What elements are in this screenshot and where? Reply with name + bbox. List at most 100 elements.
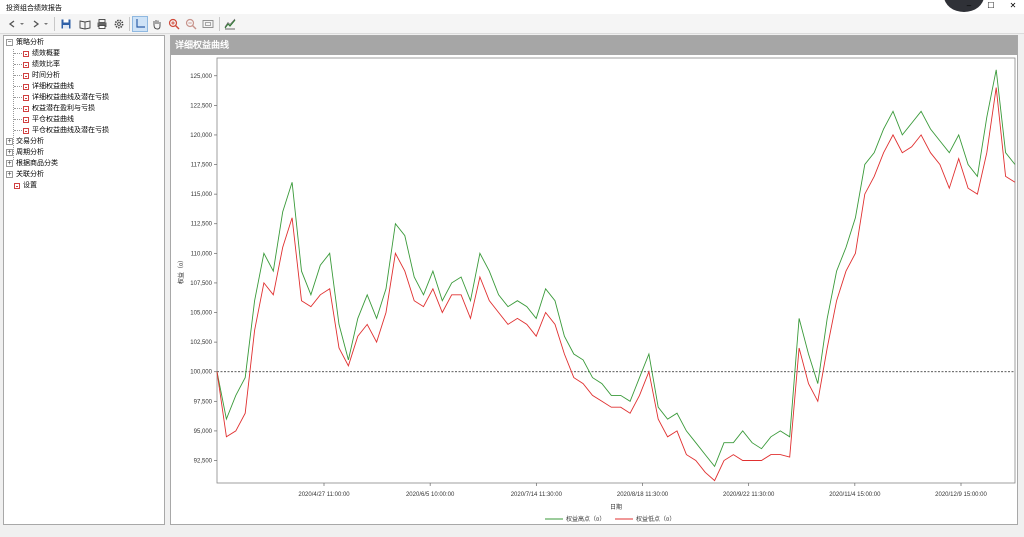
tree-node-label: 策略分析 xyxy=(16,39,44,46)
toolbar-divider xyxy=(219,17,220,31)
back-dropdown[interactable] xyxy=(18,16,26,32)
settings-report-icon xyxy=(14,182,20,189)
x-tick-label: 2020/12/9 15:00:00 xyxy=(935,492,987,498)
tree-node-label: 关联分析 xyxy=(16,171,44,178)
tree-item-label: 平仓权益曲线 xyxy=(32,116,74,123)
close-button[interactable]: ✕ xyxy=(1002,0,1024,14)
forward-dropdown[interactable] xyxy=(42,16,50,32)
chart-axes xyxy=(214,57,1016,486)
y-tick-label: 110,000 xyxy=(191,251,213,257)
tree-item-label: 权益潜在盈利与亏损 xyxy=(32,105,95,112)
expand-icon[interactable]: + xyxy=(6,160,13,167)
y-tick-label: 92,500 xyxy=(194,459,213,465)
tree-node-by-instrument[interactable]: + 根据商品分类 xyxy=(6,158,58,169)
tree-item-performance-summary[interactable]: 绩效概要 xyxy=(14,48,60,59)
crosshair-tool-button[interactable] xyxy=(132,16,148,32)
tree-node-trade-analysis[interactable]: + 交易分析 xyxy=(6,136,44,147)
x-tick-label: 2020/11/4 15:00:00 xyxy=(829,492,881,498)
print-icon xyxy=(97,19,107,29)
chart-legend: 权益高点（¤） 权益低点（¤） xyxy=(545,515,675,523)
tree-node-label: 交易分析 xyxy=(16,138,44,145)
tree-item-performance-ratios[interactable]: 绩效比率 xyxy=(14,59,60,70)
expand-icon[interactable]: + xyxy=(6,149,13,156)
y-tick-label: 97,500 xyxy=(194,399,213,405)
book-button[interactable] xyxy=(77,16,93,32)
fit-view-button[interactable] xyxy=(200,16,216,32)
report-icon xyxy=(23,105,29,112)
tree-item-label: 绩效比率 xyxy=(32,61,60,68)
tree-connector xyxy=(14,53,22,54)
zoom-in-icon xyxy=(168,18,180,30)
tree-item-settings[interactable]: 设置 xyxy=(14,180,37,191)
tree-item-label: 设置 xyxy=(23,182,37,189)
panel-title: 详细权益曲线 xyxy=(171,36,1017,55)
window-title: 投资组合绩效报告 xyxy=(6,5,62,12)
settings-button[interactable] xyxy=(111,16,127,32)
tree-item-equity-potential[interactable]: 权益潜在盈利与亏损 xyxy=(14,103,95,114)
pan-tool-button[interactable] xyxy=(149,16,165,32)
tree-connector xyxy=(14,130,22,131)
navigation-tree: − 策略分析 绩效概要 绩效比率 时间分析 详细权益曲线 详细权益曲线及潜在亏损… xyxy=(3,35,165,525)
tree-node-period-analysis[interactable]: + 周期分析 xyxy=(6,147,44,158)
gear-icon xyxy=(114,19,124,29)
y-tick-label: 112,500 xyxy=(191,222,213,228)
y-tick-label: 125,000 xyxy=(190,74,212,80)
report-icon xyxy=(23,127,29,134)
tree-item-closed-equity-curve[interactable]: 平仓权益曲线 xyxy=(14,114,74,125)
y-tick-label: 102,500 xyxy=(190,340,212,346)
x-axis-label: 日期 xyxy=(610,503,622,511)
tree-node-label: 周期分析 xyxy=(16,149,44,156)
tree-item-time-analysis[interactable]: 时间分析 xyxy=(14,70,60,81)
tree-item-closed-equity-drawdown[interactable]: 平仓权益曲线及潜在亏损 xyxy=(14,125,109,136)
maximize-button[interactable]: ☐ xyxy=(980,0,1002,14)
save-button[interactable] xyxy=(58,16,74,32)
chart-style-button[interactable] xyxy=(222,16,238,32)
y-tick-label: 117,500 xyxy=(191,163,213,169)
y-tick-label: 120,000 xyxy=(190,133,212,139)
arrow-right-icon xyxy=(33,20,40,28)
expand-icon[interactable]: + xyxy=(6,171,13,178)
tree-item-detailed-equity-drawdown[interactable]: 详细权益曲线及潜在亏损 xyxy=(14,92,109,103)
window-controls: – ☐ ✕ xyxy=(958,0,1024,14)
tree-connector xyxy=(14,75,22,76)
tree-node-strategy-analysis[interactable]: − 策略分析 xyxy=(6,37,44,48)
x-tick-label: 2020/8/18 11:30:00 xyxy=(617,492,669,498)
tree-connector xyxy=(14,64,22,65)
x-tick-label: 2020/6/5 10:00:00 xyxy=(406,492,455,498)
y-tick-label: 100,000 xyxy=(190,370,212,376)
fit-icon xyxy=(202,20,214,28)
tree-item-detailed-equity-curve[interactable]: 详细权益曲线 xyxy=(14,81,74,92)
zoom-out-button[interactable] xyxy=(183,16,199,32)
tree-item-label: 详细权益曲线 xyxy=(32,83,74,90)
crosshair-icon xyxy=(136,19,145,28)
toolbar-divider xyxy=(54,17,55,31)
tree-node-correlation-analysis[interactable]: + 关联分析 xyxy=(6,169,44,180)
collapse-icon[interactable]: − xyxy=(6,39,13,46)
report-panel: 详细权益曲线 92,500 95,000 97,500 100,000 102,500 1… xyxy=(170,35,1018,525)
tree-item-label: 平仓权益曲线及潜在亏损 xyxy=(32,127,109,134)
chart-icon xyxy=(224,18,236,30)
tree-item-label: 绩效概要 xyxy=(32,50,60,57)
y-tick-label: 115,000 xyxy=(191,192,213,198)
report-icon xyxy=(23,61,29,68)
tree-connector xyxy=(14,108,22,109)
print-button[interactable] xyxy=(94,16,110,32)
toolbar-divider xyxy=(129,17,130,31)
minimize-button[interactable]: – xyxy=(958,0,980,14)
toolbar xyxy=(0,14,1024,34)
zoom-out-icon xyxy=(185,18,197,30)
equity-chart[interactable]: 92,500 95,000 97,500 100,000 102,500 105,000 1… xyxy=(171,56,1017,524)
chevron-down-icon xyxy=(44,23,48,25)
save-icon xyxy=(61,19,71,29)
chevron-down-icon xyxy=(20,23,24,25)
y-axis-label: 权益（¤） xyxy=(177,257,185,284)
report-icon xyxy=(23,116,29,123)
tree-connector xyxy=(14,97,22,98)
tree-connector xyxy=(14,119,22,120)
legend-label: 权益高点（¤） xyxy=(566,515,605,523)
report-icon xyxy=(23,83,29,90)
zoom-in-button[interactable] xyxy=(166,16,182,32)
expand-icon[interactable]: + xyxy=(6,138,13,145)
status-bar xyxy=(0,526,1024,537)
tree-item-label: 时间分析 xyxy=(32,72,60,79)
